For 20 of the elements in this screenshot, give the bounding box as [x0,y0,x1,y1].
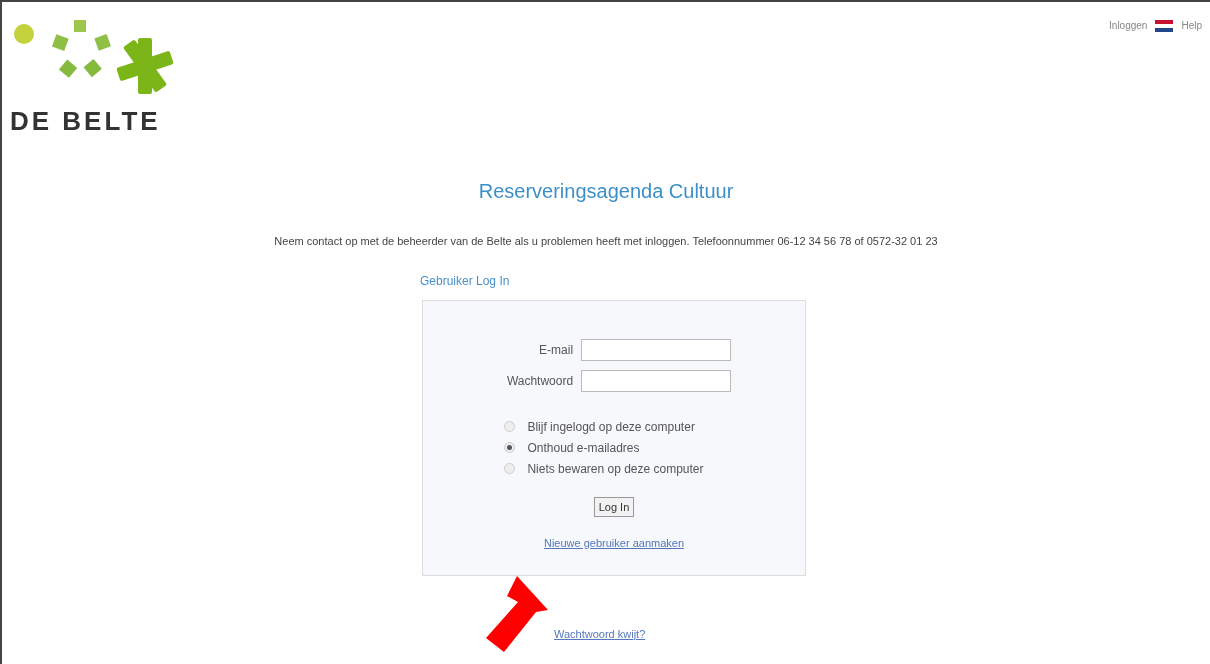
page-title: Reserveringsagenda Cultuur [478,179,734,204]
option-label: Onthoud e-mailadres [527,439,640,457]
radio-button[interactable] [504,463,516,474]
login-button[interactable]: Log In [593,496,635,517]
info-text: Neem contact op met de beheerder van de Belte als u problemen heeft met inloggen. Telefoonnummer 06-12 34 56 78 of 0572-32 01 23 [274,234,938,249]
field-label: E-mail [538,341,574,359]
option-label: Blijf ingelogd op deze computer [527,418,695,436]
logo-text: DE BELTE [10,108,162,134]
input-field[interactable] [581,338,732,361]
register-link[interactable]: Nieuwe gebruiker aanmaken [544,535,684,552]
radio-button[interactable] [504,421,516,432]
dutch-flag-icon [1155,19,1174,32]
radio-button[interactable] [504,442,516,453]
input-field[interactable] [581,369,732,392]
login-link[interactable]: Inloggen [1109,18,1148,33]
help-link[interactable]: Help [1181,18,1202,33]
field-label: Wachtwoord [506,372,574,390]
login-heading: Gebruiker Log In [420,273,510,288]
forgot-password-link[interactable]: Wachtwoord kwijt? [554,627,646,640]
option-label: Niets bewaren op deze computer [527,460,704,478]
